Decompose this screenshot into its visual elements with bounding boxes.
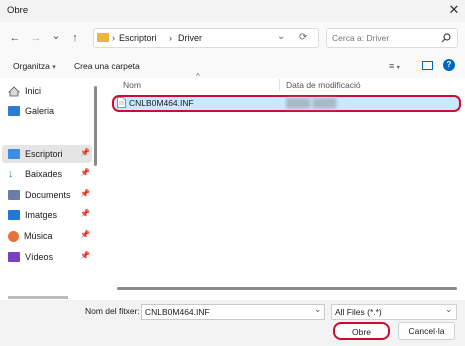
sidebar-item-label: Escriptori bbox=[25, 149, 63, 159]
file-name: CNLB0M464.INF bbox=[129, 98, 194, 108]
filename-dropdown-icon[interactable]: ⌄ bbox=[314, 304, 322, 315]
pin-icon: 📌 bbox=[80, 168, 90, 177]
back-button[interactable]: ← bbox=[8, 31, 22, 45]
breadcrumb-escriptori[interactable]: Escriptori bbox=[119, 33, 157, 43]
download-icon: ↓ bbox=[8, 168, 14, 180]
refresh-icon[interactable]: ⟳ bbox=[299, 32, 307, 43]
filename-input[interactable]: CNLB0M464.INF bbox=[141, 304, 325, 320]
pictures-icon bbox=[8, 210, 20, 220]
sidebar-item-partial bbox=[8, 292, 92, 300]
view-menu-icon[interactable]: ≡ ▾ bbox=[389, 61, 400, 71]
open-button[interactable]: Obre bbox=[333, 322, 390, 340]
sidebar-item-label: Documents bbox=[25, 190, 71, 200]
sidebar-item-label: Imatges bbox=[25, 210, 58, 220]
organize-label: Organitza bbox=[13, 61, 50, 71]
recent-locations-button[interactable]: ⌄ bbox=[49, 29, 63, 43]
sidebar-item-label: Vídeos bbox=[25, 252, 54, 262]
music-icon bbox=[8, 230, 19, 242]
column-divider bbox=[279, 79, 280, 91]
column-header-modified[interactable]: Data de modificació bbox=[286, 80, 361, 90]
close-icon[interactable]: ✕ bbox=[446, 2, 462, 18]
pin-icon: 📌 bbox=[80, 209, 90, 218]
pin-icon: 📌 bbox=[80, 189, 90, 198]
sidebar-item-label: Inici bbox=[25, 86, 42, 96]
breadcrumb-driver[interactable]: Driver bbox=[178, 33, 202, 43]
column-header-name[interactable]: Nom bbox=[123, 80, 141, 90]
sidebar-item-inici[interactable]: Inici bbox=[8, 82, 92, 100]
cancel-button[interactable]: Cancel·la bbox=[398, 322, 455, 340]
sidebar-item-label: Baixades bbox=[25, 169, 63, 179]
sidebar-scrollbar[interactable] bbox=[93, 78, 99, 300]
file-type-dropdown-icon[interactable]: ⌄ bbox=[445, 304, 453, 315]
sidebar-item-escriptori[interactable]: Escriptori 📌 bbox=[8, 145, 92, 163]
pin-icon: 📌 bbox=[80, 230, 90, 239]
file-modified-date: ████ ████ bbox=[286, 98, 337, 108]
title-bar bbox=[0, 0, 465, 22]
horizontal-scrollbar[interactable] bbox=[117, 287, 457, 290]
documents-icon bbox=[8, 190, 20, 200]
sidebar-item-galeria[interactable]: Galeria bbox=[8, 102, 92, 120]
desktop-icon bbox=[8, 149, 20, 159]
search-icon[interactable] bbox=[441, 33, 451, 43]
help-icon[interactable]: ? bbox=[443, 59, 455, 71]
forward-button[interactable]: → bbox=[29, 31, 43, 45]
address-dropdown-icon[interactable]: ⌄ bbox=[277, 31, 285, 42]
organize-chevron-icon: ▾ bbox=[52, 64, 56, 71]
gallery-icon bbox=[8, 106, 20, 116]
filename-label: Nom del fitxer: bbox=[85, 306, 140, 316]
search-placeholder: Cerca a: Driver bbox=[332, 33, 390, 43]
preview-pane-icon[interactable] bbox=[422, 61, 433, 70]
sidebar-item-imatges[interactable]: Imatges 📌 bbox=[8, 206, 92, 224]
sidebar-item-musica[interactable]: Música 📌 bbox=[8, 227, 92, 245]
file-type-select[interactable]: All Files (*.*) bbox=[331, 304, 457, 320]
organize-button[interactable]: Organitza ▾ bbox=[13, 61, 56, 71]
new-folder-button[interactable]: Crea una carpeta bbox=[74, 61, 140, 71]
home-icon bbox=[8, 85, 20, 96]
pin-icon: 📌 bbox=[80, 251, 90, 260]
sort-arrow-icon: ^ bbox=[196, 72, 200, 81]
window-title: Obre bbox=[7, 5, 29, 16]
sidebar-item-label: Galeria bbox=[25, 106, 55, 116]
folder-icon bbox=[97, 33, 109, 42]
sidebar-item-label: Música bbox=[24, 231, 53, 241]
breadcrumb-separator: › bbox=[169, 33, 172, 43]
sidebar-item-baixades[interactable]: ↓ Baixades 📌 bbox=[8, 165, 92, 183]
sidebar-item-documents[interactable]: Documents 📌 bbox=[8, 186, 92, 204]
videos-icon bbox=[8, 252, 20, 262]
up-button[interactable]: ↑ bbox=[68, 31, 82, 45]
pin-icon: 📌 bbox=[80, 148, 90, 157]
sidebar-item-videos[interactable]: Vídeos 📌 bbox=[8, 248, 92, 266]
breadcrumb-separator: › bbox=[112, 33, 115, 43]
file-icon bbox=[117, 97, 126, 108]
